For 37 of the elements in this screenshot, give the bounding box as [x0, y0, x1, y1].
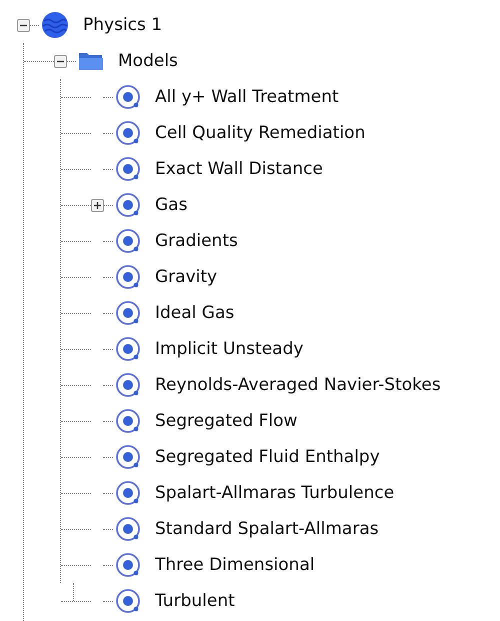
tree-item-label[interactable]: Segregated Fluid Enthalpy	[155, 447, 380, 467]
tree-item-label[interactable]: Exact Wall Distance	[155, 159, 323, 179]
model-icon	[115, 372, 141, 398]
model-icon	[115, 264, 141, 290]
tree-item-label[interactable]: Gravity	[155, 267, 218, 287]
model-icon	[115, 84, 141, 110]
tree-item-label[interactable]: Cell Quality Remediation	[155, 123, 366, 143]
model-icon	[115, 120, 141, 146]
model-icon	[115, 156, 141, 182]
tree-item-label[interactable]: Gas	[155, 195, 188, 215]
expand-toggle-icon[interactable]	[90, 198, 104, 212]
tree-item-label[interactable]: Ideal Gas	[155, 303, 234, 323]
tree-item-label[interactable]: Standard Spalart-Allmaras	[155, 519, 379, 539]
tree-item-label[interactable]: Physics 1	[83, 15, 162, 35]
tree-item-label[interactable]: Segregated Flow	[155, 411, 298, 431]
model-icon	[115, 444, 141, 470]
tree-item-label[interactable]: All y+ Wall Treatment	[155, 87, 339, 107]
model-icon	[115, 336, 141, 362]
globe-icon	[41, 11, 69, 39]
model-icon	[115, 228, 141, 254]
collapse-toggle-icon[interactable]	[54, 54, 66, 68]
folder-icon	[78, 50, 104, 72]
model-icon	[115, 552, 141, 578]
model-icon	[115, 300, 141, 326]
tree-item-label[interactable]: Implicit Unsteady	[155, 339, 304, 359]
tree-item-label[interactable]: Turbulent	[155, 591, 235, 611]
tree-item-label[interactable]: Models	[118, 51, 178, 71]
model-icon	[115, 480, 141, 506]
model-icon	[115, 516, 141, 542]
tree-item-label[interactable]: Reynolds-Averaged Navier-Stokes	[155, 375, 441, 395]
tree-item-label[interactable]: Spalart-Allmaras Turbulence	[155, 483, 394, 503]
model-icon	[115, 408, 141, 434]
tree-item-label[interactable]: Gradients	[155, 231, 238, 251]
tree-item-label[interactable]: Three Dimensional	[155, 555, 315, 575]
collapse-toggle-icon[interactable]	[16, 18, 30, 32]
model-icon	[115, 588, 141, 614]
model-icon	[115, 192, 141, 218]
